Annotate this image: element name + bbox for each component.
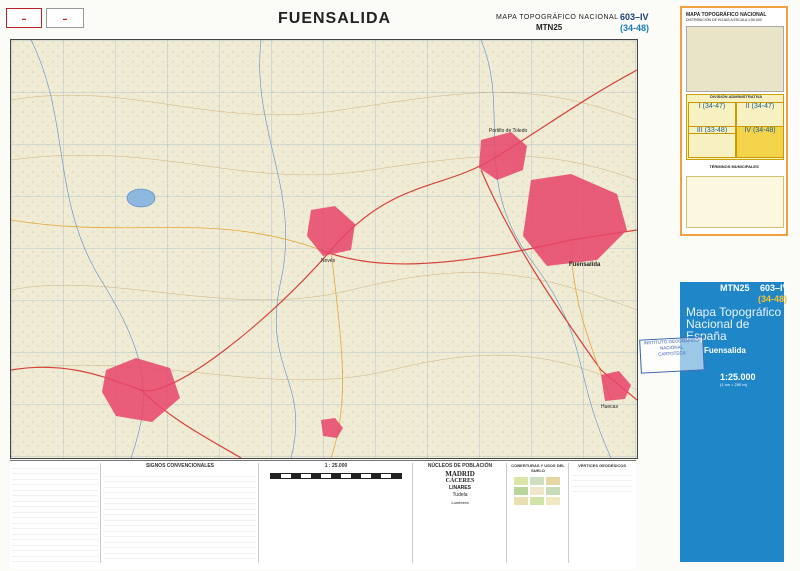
nucleo-example: Tudela	[452, 492, 468, 498]
map-title: FUENSALIDA	[278, 10, 392, 27]
label-noves: Novés	[321, 258, 336, 264]
legend-strip: SIGNOS CONVENCIONALES 1 : 25.000 NÚCLEOS…	[10, 460, 636, 569]
cover-scale-note: (1 cm = 250 m)	[720, 382, 748, 387]
index-map	[686, 26, 784, 92]
legend-vertices: VÉRTICES GEODÉSICOS	[570, 463, 634, 563]
cobertura-title: COBERTURAS Y USOS DEL SUELO	[511, 463, 565, 473]
series-title: MAPA TOPOGRÁFICO NACIONAL	[496, 14, 619, 21]
nucleo-example: Lumbrera	[451, 500, 469, 505]
quadrant-4-highlight: IV (34-48)	[736, 126, 784, 158]
signos-title: SIGNOS CONVENCIONALES	[145, 463, 215, 469]
municipios-title: TÉRMINOS MUNICIPALES	[709, 164, 759, 169]
sheet-number: 603–IV	[620, 12, 649, 22]
legend-scale-column: 1 : 25.000	[260, 463, 413, 563]
legend-cobertura: COBERTURAS Y USOS DEL SUELO	[508, 463, 569, 563]
cover-sheet-sub: (34-48)	[758, 294, 788, 304]
nucleo-example: MADRID	[445, 470, 475, 478]
vertices-title: VÉRTICES GEODÉSICOS	[577, 463, 626, 468]
municipios-list	[686, 176, 784, 228]
cover-sheet-name: Fuensalida	[704, 346, 746, 355]
nucleo-example: LINARES	[449, 485, 471, 491]
scale-label: 1 : 25.000	[324, 463, 348, 469]
topographic-map[interactable]: Portillo de Toledo Fuensalida Novés Huec…	[10, 39, 638, 459]
label-huecas: Huecas	[601, 404, 618, 410]
index-card: MAPA TOPOGRÁFICO NACIONAL DISTRIBUCIÓN D…	[680, 6, 788, 236]
index-subtitle: DISTRIBUCIÓN DE HOJAS A ESCALA 1:50.000	[686, 18, 762, 22]
sheet-subnumber: (34-48)	[620, 23, 650, 33]
legend-col-1	[10, 463, 101, 563]
quadrant-3: III (33-48)	[688, 126, 736, 158]
cover-mtn: MTN25	[720, 283, 750, 293]
label-fuensalida: Fuensalida	[569, 262, 601, 268]
nucleos-title: NÚCLEOS DE POBLACIÓN	[427, 463, 493, 469]
header-logos: ▬ ▬	[6, 8, 84, 28]
archive-stamp: INSTITUTO GEOGRÁFICO NACIONAL CARTOTECA	[639, 336, 705, 374]
ign-logo: ▬	[46, 8, 84, 28]
reservoir	[126, 188, 156, 208]
legend-nucleos: NÚCLEOS DE POBLACIÓN MADRID CÁCERES LINA…	[414, 463, 507, 563]
legend-signos: SIGNOS CONVENCIONALES	[102, 463, 259, 563]
cover-sheet-number: 603–IV	[760, 283, 789, 293]
map-sheet: ▬ ▬ FUENSALIDA MAPA TOPOGRÁFICO NACIONAL…	[0, 0, 800, 571]
series-code: MTN25	[536, 23, 563, 32]
label-portillo: Portillo de Toledo	[489, 128, 527, 134]
scale-bar	[270, 473, 402, 479]
admin-title: DIVISIÓN ADMINISTRATIVA	[710, 94, 763, 99]
map-canvas: Portillo de Toledo Fuensalida Novés Huec…	[11, 40, 637, 458]
cover-scale: 1:25.000	[720, 372, 756, 382]
nucleo-example: CÁCERES	[445, 478, 475, 484]
government-logo: ▬	[6, 8, 42, 28]
